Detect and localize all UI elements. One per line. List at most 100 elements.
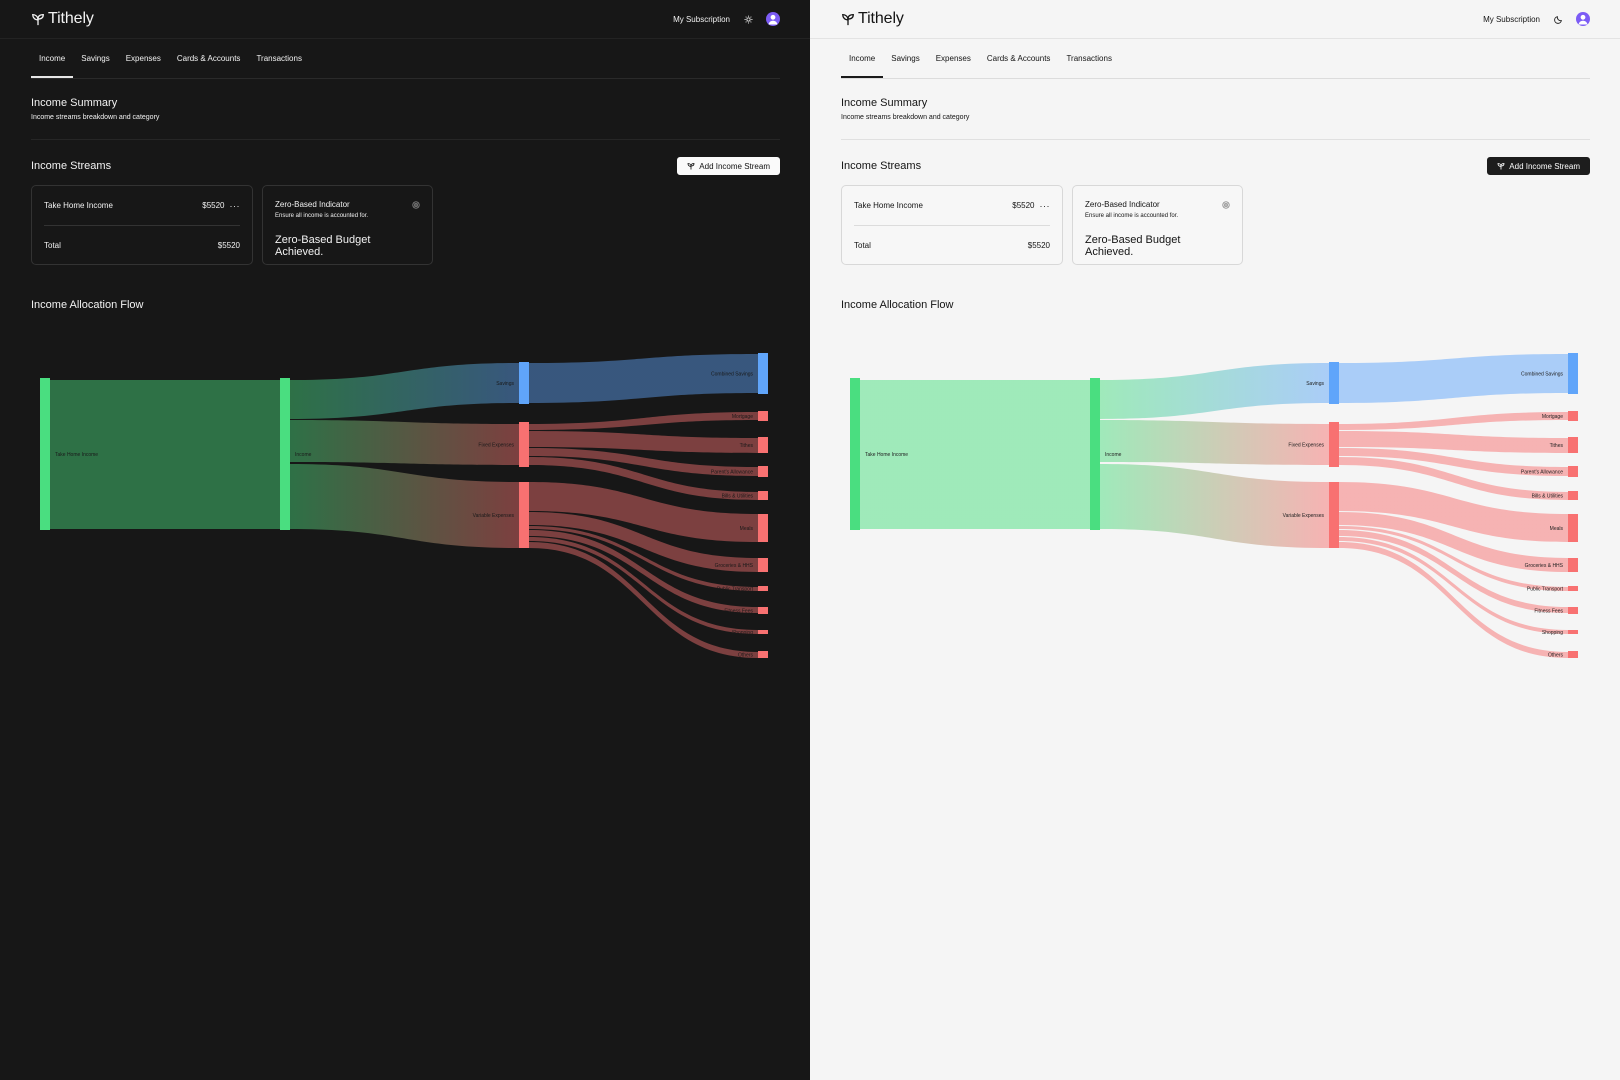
- main-tabs: Income Savings Expenses Cards & Accounts…: [31, 39, 780, 79]
- flow-node-variable[interactable]: [519, 482, 529, 548]
- flow-node-groceries[interactable]: [758, 558, 768, 572]
- add-income-stream-button[interactable]: Add Income Stream: [677, 157, 780, 175]
- zero-based-indicator-card: Zero-Based Indicator Ensure all income i…: [1072, 185, 1243, 265]
- tab-transactions[interactable]: Transactions: [248, 39, 310, 78]
- flow-node-tithes[interactable]: [1568, 437, 1578, 453]
- flow-node-transport[interactable]: [1568, 586, 1578, 591]
- flow-node-mortgage[interactable]: [1568, 411, 1578, 421]
- income-summary: Income Summary Income streams breakdown …: [841, 79, 1590, 140]
- more-options-icon[interactable]: ···: [1040, 201, 1051, 211]
- income-stream-card: Take Home Income $5520 ··· Total $5520: [841, 185, 1063, 265]
- flow-node-tithes[interactable]: [758, 437, 768, 453]
- flow-label-take_home: Take Home Income: [55, 452, 98, 458]
- flow-label-variable: Variable Expenses: [473, 513, 515, 519]
- flow-node-combined[interactable]: [1568, 353, 1578, 394]
- zero-based-subtitle: Ensure all income is accounted for.: [1085, 213, 1179, 219]
- user-avatar[interactable]: [766, 12, 780, 26]
- tab-expenses[interactable]: Expenses: [118, 39, 169, 78]
- flow-label-transport: Public Transport: [1527, 587, 1564, 593]
- flow-node-income[interactable]: [1090, 378, 1100, 530]
- flow-node-bills[interactable]: [1568, 491, 1578, 500]
- flow-link-savings-combined: [529, 354, 758, 403]
- app-name: Tithely: [858, 10, 904, 27]
- page-subtitle: Income streams breakdown and category: [841, 114, 970, 121]
- tab-savings[interactable]: Savings: [883, 39, 927, 78]
- my-subscription-link[interactable]: My Subscription: [1483, 15, 1540, 24]
- flow-label-meals: Meals: [1550, 526, 1564, 532]
- tab-cards-accounts[interactable]: Cards & Accounts: [169, 39, 249, 78]
- flow-label-fitness: Fitness Fees: [724, 609, 753, 615]
- flow-node-variable[interactable]: [1329, 482, 1339, 548]
- sprout-icon: [842, 13, 854, 26]
- app-name: Tithely: [48, 10, 94, 27]
- flow-node-fixed[interactable]: [1329, 422, 1339, 467]
- user-avatar[interactable]: [1576, 12, 1590, 26]
- flow-label-groceries: Groceries & HHS: [715, 563, 754, 569]
- flow-label-tithes: Tithes: [1550, 443, 1564, 449]
- tab-transactions[interactable]: Transactions: [1058, 39, 1120, 78]
- flow-node-meals[interactable]: [1568, 514, 1578, 542]
- flow-node-take_home[interactable]: [850, 378, 860, 530]
- flow-link-income-variable: [290, 464, 519, 548]
- flow-label-savings: Savings: [1306, 381, 1324, 387]
- flow-node-savings[interactable]: [1329, 362, 1339, 404]
- more-options-icon[interactable]: ···: [230, 201, 241, 211]
- total-label: Total: [854, 241, 871, 250]
- add-income-stream-label: Add Income Stream: [699, 161, 770, 171]
- flow-node-shopping[interactable]: [1568, 630, 1578, 634]
- flow-node-mortgage[interactable]: [758, 411, 768, 421]
- flow-label-income: Income: [295, 452, 312, 458]
- app-logo[interactable]: Tithely: [31, 10, 94, 28]
- flow-node-parents[interactable]: [758, 466, 768, 477]
- flow-label-bills: Bills & Utilities: [1532, 494, 1564, 500]
- tab-income[interactable]: Income: [841, 39, 883, 78]
- moon-icon[interactable]: [1552, 13, 1564, 25]
- app-logo[interactable]: Tithely: [841, 10, 904, 28]
- user-icon: [768, 14, 778, 25]
- flow-node-fitness[interactable]: [758, 607, 768, 614]
- flow-label-groceries: Groceries & HHS: [1525, 563, 1564, 569]
- flow-node-income[interactable]: [280, 378, 290, 530]
- flow-label-shopping: Shopping: [732, 630, 753, 636]
- flow-node-fixed[interactable]: [519, 422, 529, 467]
- add-stream-icon: [687, 163, 695, 170]
- my-subscription-link[interactable]: My Subscription: [673, 15, 730, 24]
- main-tabs: Income Savings Expenses Cards & Accounts…: [841, 39, 1590, 79]
- add-income-stream-button[interactable]: Add Income Stream: [1487, 157, 1590, 175]
- tab-income[interactable]: Income: [31, 39, 73, 78]
- flow-node-others[interactable]: [758, 651, 768, 658]
- stream-amount: $5520: [1012, 201, 1035, 210]
- flow-node-meals[interactable]: [758, 514, 768, 542]
- flow-link-income-variable: [1100, 464, 1329, 548]
- zero-based-title: Zero-Based Indicator: [275, 200, 350, 209]
- top-navbar: Tithely My Subscription: [0, 0, 810, 39]
- flow-label-others: Others: [1548, 653, 1564, 659]
- flow-label-combined: Combined Savings: [711, 372, 753, 378]
- zero-based-indicator-card: Zero-Based Indicator Ensure all income i…: [262, 185, 433, 265]
- flow-label-parents: Parent's Allowance: [711, 470, 753, 476]
- flow-label-fitness: Fitness Fees: [1534, 609, 1563, 615]
- flow-node-savings[interactable]: [519, 362, 529, 404]
- flow-link-fixed-mortgage: [529, 412, 758, 430]
- tab-cards-accounts[interactable]: Cards & Accounts: [979, 39, 1059, 78]
- income-streams-heading: Income Streams: [31, 160, 112, 172]
- income-allocation-sankey: Take Home Income Income Savings Fixed Expen…: [850, 353, 1578, 659]
- flow-node-fitness[interactable]: [1568, 607, 1578, 614]
- flow-node-parents[interactable]: [1568, 466, 1578, 477]
- flow-node-shopping[interactable]: [758, 630, 768, 634]
- sprout-icon: [32, 13, 44, 26]
- zero-based-status: Zero-Based Budget Achieved.: [275, 234, 371, 258]
- total-amount: $5520: [1027, 241, 1050, 250]
- user-icon: [1578, 14, 1588, 25]
- flow-label-bills: Bills & Utilities: [722, 494, 754, 500]
- sun-icon[interactable]: [742, 13, 754, 25]
- flow-node-transport[interactable]: [758, 586, 768, 591]
- flow-node-bills[interactable]: [758, 491, 768, 500]
- flow-node-combined[interactable]: [758, 353, 768, 394]
- flow-node-groceries[interactable]: [1568, 558, 1578, 572]
- tab-savings[interactable]: Savings: [73, 39, 117, 78]
- tab-expenses[interactable]: Expenses: [928, 39, 979, 78]
- flow-label-income: Income: [1105, 452, 1122, 458]
- flow-node-take_home[interactable]: [40, 378, 50, 530]
- flow-node-others[interactable]: [1568, 651, 1578, 658]
